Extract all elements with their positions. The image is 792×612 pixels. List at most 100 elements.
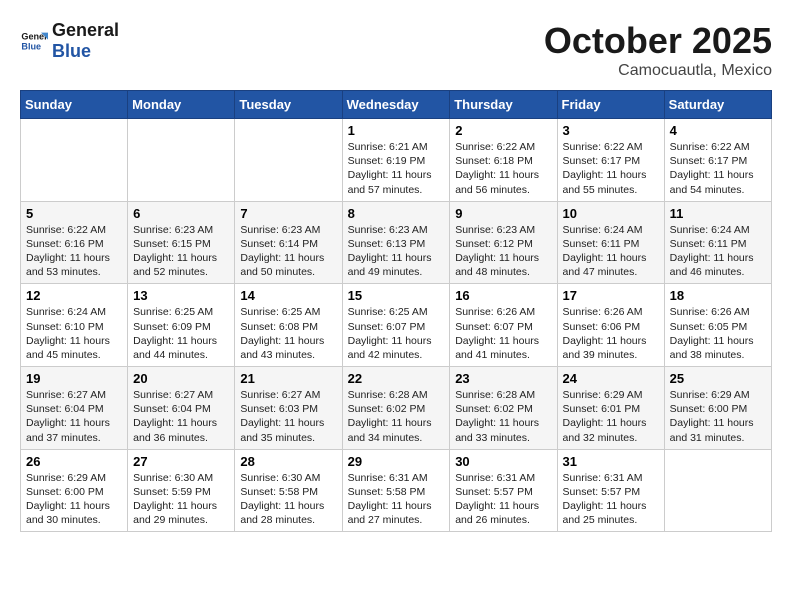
day-info: Sunrise: 6:26 AM Sunset: 6:06 PM Dayligh… xyxy=(563,305,659,362)
day-info: Sunrise: 6:22 AM Sunset: 6:18 PM Dayligh… xyxy=(455,140,551,197)
day-number: 1 xyxy=(348,123,445,138)
day-number: 23 xyxy=(455,371,551,386)
day-info: Sunrise: 6:22 AM Sunset: 6:17 PM Dayligh… xyxy=(670,140,766,197)
logo-icon: General Blue xyxy=(20,27,48,55)
day-info: Sunrise: 6:29 AM Sunset: 6:00 PM Dayligh… xyxy=(670,388,766,445)
day-number: 4 xyxy=(670,123,766,138)
calendar-cell xyxy=(235,119,342,202)
week-row-1: 1 Sunrise: 6:21 AM Sunset: 6:19 PM Daylig… xyxy=(21,119,772,202)
calendar-cell: 31Sunrise: 6:31 AM Sunset: 5:57 PM Dayli… xyxy=(557,449,664,532)
day-info: Sunrise: 6:28 AM Sunset: 6:02 PM Dayligh… xyxy=(455,388,551,445)
calendar-cell: 18 Sunrise: 6:26 AM Sunset: 6:05 PM Dayli… xyxy=(664,284,771,367)
day-number: 27 xyxy=(133,454,229,469)
calendar-cell: 16 Sunrise: 6:26 AM Sunset: 6:07 PM Dayli… xyxy=(450,284,557,367)
day-number: 20 xyxy=(133,371,229,386)
calendar-cell: 19 Sunrise: 6:27 AM Sunset: 6:04 PM Dayli… xyxy=(21,367,128,450)
day-info: Sunrise: 6:21 AM Sunset: 6:19 PM Dayligh… xyxy=(348,140,445,197)
day-number: 7 xyxy=(240,206,336,221)
day-number: 15 xyxy=(348,288,445,303)
day-info: Sunrise: 6:29 AM Sunset: 6:01 PM Dayligh… xyxy=(563,388,659,445)
day-info: Sunrise: 6:22 AM Sunset: 6:17 PM Dayligh… xyxy=(563,140,659,197)
week-row-2: 5Sunrise: 6:22 AM Sunset: 6:16 PM Daylig… xyxy=(21,201,772,284)
calendar-cell: 10Sunrise: 6:24 AM Sunset: 6:11 PM Dayli… xyxy=(557,201,664,284)
weekday-header-sunday: Sunday xyxy=(21,91,128,119)
weekday-header-row: SundayMondayTuesdayWednesdayThursdayFrid… xyxy=(21,91,772,119)
calendar-cell: 30 Sunrise: 6:31 AM Sunset: 5:57 PM Dayli… xyxy=(450,449,557,532)
calendar-table: SundayMondayTuesdayWednesdayThursdayFrid… xyxy=(20,90,772,532)
weekday-header-wednesday: Wednesday xyxy=(342,91,450,119)
day-info: Sunrise: 6:27 AM Sunset: 6:03 PM Dayligh… xyxy=(240,388,336,445)
calendar-cell: 3 Sunrise: 6:22 AM Sunset: 6:17 PM Daylig… xyxy=(557,119,664,202)
location: Camocuautla, Mexico xyxy=(544,62,772,80)
calendar-cell: 22Sunrise: 6:28 AM Sunset: 6:02 PM Dayli… xyxy=(342,367,450,450)
day-number: 25 xyxy=(670,371,766,386)
day-info: Sunrise: 6:23 AM Sunset: 6:13 PM Dayligh… xyxy=(348,223,445,280)
svg-text:Blue: Blue xyxy=(21,41,41,51)
logo-text-line1: General xyxy=(52,20,119,41)
calendar-cell: 8 Sunrise: 6:23 AM Sunset: 6:13 PM Daylig… xyxy=(342,201,450,284)
day-number: 13 xyxy=(133,288,229,303)
logo-text-line2: Blue xyxy=(52,41,119,62)
calendar-cell: 15 Sunrise: 6:25 AM Sunset: 6:07 PM Dayli… xyxy=(342,284,450,367)
day-number: 10 xyxy=(563,206,659,221)
day-info: Sunrise: 6:26 AM Sunset: 6:07 PM Dayligh… xyxy=(455,305,551,362)
day-number: 17 xyxy=(563,288,659,303)
day-info: Sunrise: 6:25 AM Sunset: 6:08 PM Dayligh… xyxy=(240,305,336,362)
day-number: 18 xyxy=(670,288,766,303)
day-number: 26 xyxy=(26,454,122,469)
calendar-cell: 4 Sunrise: 6:22 AM Sunset: 6:17 PM Daylig… xyxy=(664,119,771,202)
day-number: 21 xyxy=(240,371,336,386)
logo: General Blue General Blue xyxy=(20,20,119,61)
calendar-cell: 5Sunrise: 6:22 AM Sunset: 6:16 PM Daylig… xyxy=(21,201,128,284)
day-info: Sunrise: 6:30 AM Sunset: 5:59 PM Dayligh… xyxy=(133,471,229,528)
day-number: 9 xyxy=(455,206,551,221)
day-info: Sunrise: 6:23 AM Sunset: 6:15 PM Dayligh… xyxy=(133,223,229,280)
calendar-cell: 1 Sunrise: 6:21 AM Sunset: 6:19 PM Daylig… xyxy=(342,119,450,202)
day-number: 16 xyxy=(455,288,551,303)
calendar-cell: 27 Sunrise: 6:30 AM Sunset: 5:59 PM Dayli… xyxy=(128,449,235,532)
day-info: Sunrise: 6:27 AM Sunset: 6:04 PM Dayligh… xyxy=(133,388,229,445)
day-info: Sunrise: 6:27 AM Sunset: 6:04 PM Dayligh… xyxy=(26,388,122,445)
day-info: Sunrise: 6:31 AM Sunset: 5:58 PM Dayligh… xyxy=(348,471,445,528)
day-number: 12 xyxy=(26,288,122,303)
day-number: 6 xyxy=(133,206,229,221)
day-number: 14 xyxy=(240,288,336,303)
calendar-cell: 7Sunrise: 6:23 AM Sunset: 6:14 PM Daylig… xyxy=(235,201,342,284)
weekday-header-friday: Friday xyxy=(557,91,664,119)
day-info: Sunrise: 6:28 AM Sunset: 6:02 PM Dayligh… xyxy=(348,388,445,445)
week-row-5: 26Sunrise: 6:29 AM Sunset: 6:00 PM Dayli… xyxy=(21,449,772,532)
calendar-cell: 12 Sunrise: 6:24 AM Sunset: 6:10 PM Dayli… xyxy=(21,284,128,367)
day-info: Sunrise: 6:30 AM Sunset: 5:58 PM Dayligh… xyxy=(240,471,336,528)
calendar-cell: 25 Sunrise: 6:29 AM Sunset: 6:00 PM Dayli… xyxy=(664,367,771,450)
weekday-header-tuesday: Tuesday xyxy=(235,91,342,119)
day-info: Sunrise: 6:25 AM Sunset: 6:07 PM Dayligh… xyxy=(348,305,445,362)
day-info: Sunrise: 6:25 AM Sunset: 6:09 PM Dayligh… xyxy=(133,305,229,362)
day-number: 30 xyxy=(455,454,551,469)
calendar-cell: 28Sunrise: 6:30 AM Sunset: 5:58 PM Dayli… xyxy=(235,449,342,532)
calendar-cell: 2 Sunrise: 6:22 AM Sunset: 6:18 PM Daylig… xyxy=(450,119,557,202)
month-title: October 2025 xyxy=(544,20,772,62)
title-block: October 2025 Camocuautla, Mexico xyxy=(544,20,772,80)
day-info: Sunrise: 6:22 AM Sunset: 6:16 PM Dayligh… xyxy=(26,223,122,280)
day-info: Sunrise: 6:26 AM Sunset: 6:05 PM Dayligh… xyxy=(670,305,766,362)
calendar-cell: 6 Sunrise: 6:23 AM Sunset: 6:15 PM Daylig… xyxy=(128,201,235,284)
calendar-cell: 26Sunrise: 6:29 AM Sunset: 6:00 PM Dayli… xyxy=(21,449,128,532)
week-row-4: 19 Sunrise: 6:27 AM Sunset: 6:04 PM Dayli… xyxy=(21,367,772,450)
day-number: 19 xyxy=(26,371,122,386)
day-info: Sunrise: 6:24 AM Sunset: 6:10 PM Dayligh… xyxy=(26,305,122,362)
calendar-cell: 9Sunrise: 6:23 AM Sunset: 6:12 PM Daylig… xyxy=(450,201,557,284)
day-info: Sunrise: 6:31 AM Sunset: 5:57 PM Dayligh… xyxy=(563,471,659,528)
day-number: 2 xyxy=(455,123,551,138)
calendar-cell xyxy=(128,119,235,202)
calendar-cell: 23 Sunrise: 6:28 AM Sunset: 6:02 PM Dayli… xyxy=(450,367,557,450)
day-number: 8 xyxy=(348,206,445,221)
day-number: 11 xyxy=(670,206,766,221)
page-header: General Blue General Blue October 2025 C… xyxy=(20,20,772,80)
day-number: 3 xyxy=(563,123,659,138)
weekday-header-thursday: Thursday xyxy=(450,91,557,119)
calendar-cell: 13 Sunrise: 6:25 AM Sunset: 6:09 PM Dayli… xyxy=(128,284,235,367)
calendar-cell: 20 Sunrise: 6:27 AM Sunset: 6:04 PM Dayli… xyxy=(128,367,235,450)
calendar-cell xyxy=(664,449,771,532)
calendar-cell: 17 Sunrise: 6:26 AM Sunset: 6:06 PM Dayli… xyxy=(557,284,664,367)
day-info: Sunrise: 6:31 AM Sunset: 5:57 PM Dayligh… xyxy=(455,471,551,528)
